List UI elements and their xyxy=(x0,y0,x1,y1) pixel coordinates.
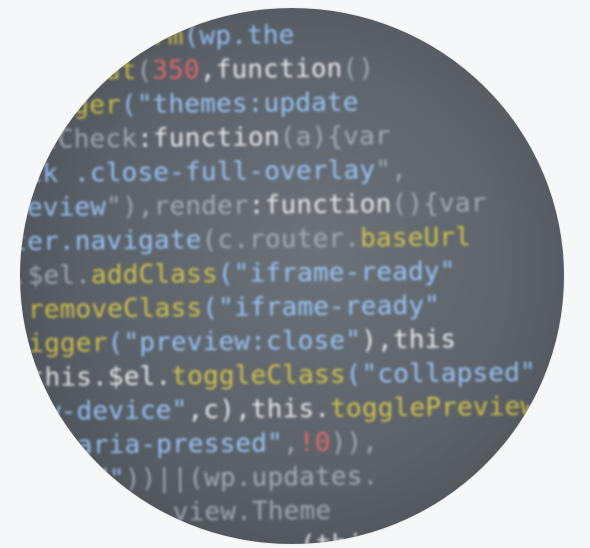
code-token: (a){var xyxy=(279,121,391,153)
code-token: (){var xyxy=(391,188,487,220)
code-token: () xyxy=(342,53,375,84)
code-token: view.Theme xyxy=(172,495,332,528)
code-token: togglePreview xyxy=(330,391,537,424)
code-token: otCheck xyxy=(25,123,138,156)
code-token: ,c),this. xyxy=(187,393,331,426)
code-token: ck .close-full-overlay xyxy=(26,155,376,190)
code-token: )), xyxy=(330,427,379,458)
code-line: r("aria-pressed",!0)), xyxy=(20,423,564,464)
code-token: ))||(wp.updates. xyxy=(124,461,379,495)
code-line: review"),render:function(){var xyxy=(20,185,564,226)
code-token: rigger xyxy=(25,90,122,122)
code-token: ("themes:update xyxy=(120,87,359,121)
code-token: (this. xyxy=(300,529,395,544)
code-token: ("collapsed" xyxy=(345,357,537,390)
code-token: , xyxy=(282,428,299,459)
code-token: ),this xyxy=(361,324,457,356)
code-token: review xyxy=(20,192,107,224)
code-token: ("iframe-ready" xyxy=(217,256,456,290)
code-token: confirm xyxy=(72,21,184,53)
code-token: ew-device" xyxy=(28,395,188,428)
code-token: (c.router. xyxy=(201,223,361,256)
code-token: ("preview:close" xyxy=(107,325,362,359)
avatar: confirm(wp.the adeOut(350,function() rig… xyxy=(20,8,564,544)
code-token: .$el. xyxy=(20,260,92,292)
code-token: (wp.the xyxy=(183,20,295,52)
code-line: this.$el.toggleClass("collapsed" xyxy=(20,355,564,396)
code-token: addClass xyxy=(90,259,218,291)
code-token: ", xyxy=(375,155,408,186)
code-token: ter.navigate xyxy=(20,225,202,258)
code-token: ( xyxy=(136,55,153,86)
code-token: adeOut xyxy=(41,55,137,87)
code-token: abled" xyxy=(29,464,125,496)
code-token: toggleClass xyxy=(171,359,346,392)
code-token: :function xyxy=(136,122,280,154)
code-token: r("aria-pressed" xyxy=(29,428,284,462)
code-snippet: confirm(wp.the adeOut(350,function() rig… xyxy=(20,15,564,544)
code-token: this.$el. xyxy=(28,361,172,394)
code-line: ter.navigate(c.router.baseUrl xyxy=(20,219,564,260)
code-line: .removeClass("iframe-ready" xyxy=(20,287,564,328)
code-token: baseUrl xyxy=(359,222,472,254)
code-line: .$el.addClass("iframe-ready" xyxy=(20,253,564,294)
code-line: rigger("preview:close"),this xyxy=(20,321,564,362)
code-token: ("iframe-ready" xyxy=(202,290,441,324)
code-token: :function xyxy=(248,189,392,221)
code-token: removeClass xyxy=(27,293,203,326)
code-token: !0 xyxy=(298,427,331,459)
code-line: ew-device",c),this.togglePreview xyxy=(20,389,564,430)
code-line: abled"))||(wp.updates. xyxy=(20,457,564,498)
code-token: 350 xyxy=(152,55,200,86)
code-token: rigger xyxy=(20,328,108,360)
code-token: ,function xyxy=(199,53,343,86)
code-line: view.Theme xyxy=(20,491,564,532)
code-token: "),render xyxy=(105,190,249,223)
